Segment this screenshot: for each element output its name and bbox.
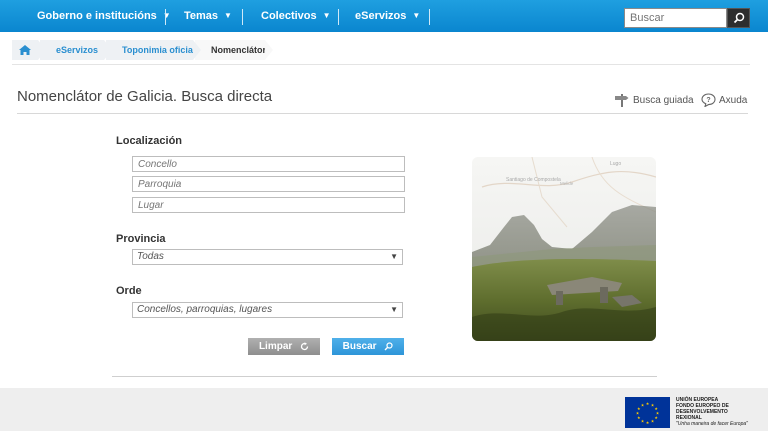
breadcrumb-label: Nomenclátor: [211, 45, 267, 55]
chevron-down-icon: ▼: [412, 11, 421, 20]
map-label: Lugo: [610, 161, 621, 167]
concello-input[interactable]: [132, 156, 405, 172]
svg-text:★: ★: [651, 419, 655, 424]
nav-separator: [165, 9, 166, 25]
svg-text:★: ★: [637, 415, 641, 420]
map-label: Melide: [560, 181, 574, 186]
nav-item-label: Colectivos: [261, 10, 317, 22]
chevron-down-icon: ▼: [224, 11, 232, 20]
svg-text:★: ★: [654, 415, 658, 420]
search-icon: [384, 342, 393, 351]
divider: [112, 376, 657, 377]
divider: [12, 64, 750, 65]
nav-separator: [338, 9, 339, 25]
province-label: Provincia: [116, 233, 166, 245]
order-selected-value: Concellos, parroquias, lugares: [137, 304, 273, 315]
eu-flag-icon: ★ ★ ★ ★ ★ ★ ★ ★ ★ ★ ★ ★: [625, 397, 670, 428]
eu-motto: "Unha maneira de facer Europa": [676, 421, 748, 427]
breadcrumb-item-toponimia[interactable]: Toponimia oficial: [106, 40, 201, 60]
order-label: Orde: [116, 285, 142, 297]
svg-text:?: ?: [706, 97, 710, 104]
chevron-down-icon: ▼: [162, 11, 171, 20]
eu-funding-text: UNIÓN EUROPEA FONDO EUROPEO DE DESENVOLV…: [676, 397, 748, 427]
nav-item-colectivos[interactable]: Colectivos ▼: [261, 0, 331, 32]
nav-item-label: Goberno e institucións: [37, 10, 157, 22]
clear-button-label: Limpar: [258, 341, 293, 352]
nav-item-label: eServizos: [355, 10, 407, 22]
svg-text:★: ★: [641, 402, 645, 407]
guided-search-link[interactable]: Busca guiada: [614, 93, 694, 107]
help-bubble-icon: ?: [701, 93, 716, 107]
nav-item-temas[interactable]: Temas ▼: [184, 0, 232, 32]
landscape-photo: Lugo Santiago de Compostela Melide: [472, 157, 656, 341]
order-select[interactable]: Concellos, parroquias, lugares ▼: [132, 302, 403, 318]
svg-text:★: ★: [641, 419, 645, 424]
breadcrumb-item-current: Nomenclátor: [195, 40, 273, 60]
reset-icon: [300, 342, 309, 351]
svg-text:★: ★: [636, 411, 640, 416]
chevron-down-icon: ▼: [322, 11, 331, 20]
map-label: Santiago de Compostela: [506, 177, 561, 183]
svg-text:★: ★: [646, 420, 650, 425]
help-label: Axuda: [719, 94, 748, 106]
guided-search-label: Busca guiada: [633, 94, 694, 106]
nav-separator: [429, 9, 430, 25]
dropdown-arrow-icon: ▼: [390, 305, 398, 314]
search-button[interactable]: Buscar: [332, 338, 404, 355]
nav-item-eservizos[interactable]: eServizos ▼: [355, 0, 420, 32]
breadcrumb-label: Toponimia oficial: [122, 45, 196, 55]
home-icon: [19, 45, 31, 55]
site-search-input[interactable]: [624, 8, 727, 28]
lugar-input[interactable]: [132, 197, 405, 213]
clear-button[interactable]: Limpar: [248, 338, 320, 355]
signpost-icon: [615, 94, 629, 107]
province-selected-value: Todas: [137, 251, 164, 262]
province-select[interactable]: Todas ▼: [132, 249, 403, 265]
breadcrumb-item-eservizos[interactable]: eServizos: [40, 40, 112, 60]
nav-item-goberno[interactable]: Goberno e institucións ▼: [37, 0, 171, 32]
breadcrumb-label: eServizos: [56, 45, 99, 55]
divider: [17, 113, 748, 114]
site-search-button[interactable]: [727, 8, 750, 28]
search-icon: [733, 12, 744, 24]
parroquia-input[interactable]: [132, 176, 405, 192]
nav-separator: [242, 9, 243, 25]
dropdown-arrow-icon: ▼: [390, 252, 398, 261]
breadcrumb-home[interactable]: [12, 40, 46, 60]
page-title: Nomenclátor de Galicia. Busca directa: [17, 88, 273, 105]
location-label: Localización: [116, 135, 183, 147]
search-button-label: Buscar: [342, 341, 377, 352]
svg-text:★: ★: [646, 401, 650, 406]
help-link[interactable]: ? Axuda: [701, 93, 747, 107]
nav-item-label: Temas: [184, 10, 219, 22]
